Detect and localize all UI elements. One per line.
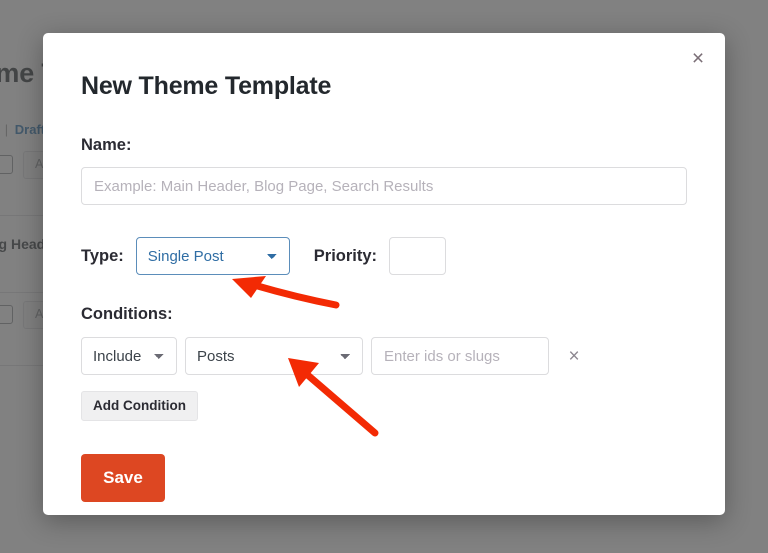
priority-label: Priority: bbox=[313, 246, 378, 265]
type-select[interactable]: Single Post bbox=[135, 237, 290, 275]
add-condition-button[interactable]: Add Condition bbox=[81, 391, 198, 421]
close-icon[interactable]: × bbox=[681, 41, 715, 75]
type-priority-row: Type: Single Post Priority: bbox=[81, 237, 687, 275]
condition-rule-select[interactable]: Include bbox=[81, 337, 177, 375]
modal-title: New Theme Template bbox=[81, 72, 332, 100]
conditions-label: Conditions: bbox=[81, 305, 173, 323]
modal-body: New Theme Template Name: Type: Single Po… bbox=[43, 33, 725, 502]
condition-object-select[interactable]: Posts bbox=[185, 337, 363, 375]
type-label: Type: bbox=[81, 246, 124, 265]
save-button[interactable]: Save bbox=[81, 454, 165, 502]
screen: Theme Templates All (0) | Draft (0) Appl… bbox=[0, 0, 768, 553]
condition-row: Include Posts × bbox=[81, 337, 687, 375]
name-input[interactable] bbox=[81, 167, 687, 205]
condition-value-input[interactable] bbox=[371, 337, 549, 375]
name-label: Name: bbox=[81, 136, 132, 154]
priority-input[interactable] bbox=[389, 237, 447, 275]
new-theme-template-modal: × New Theme Template Name: Type: Single … bbox=[43, 33, 725, 515]
remove-condition-icon[interactable]: × bbox=[563, 345, 585, 367]
